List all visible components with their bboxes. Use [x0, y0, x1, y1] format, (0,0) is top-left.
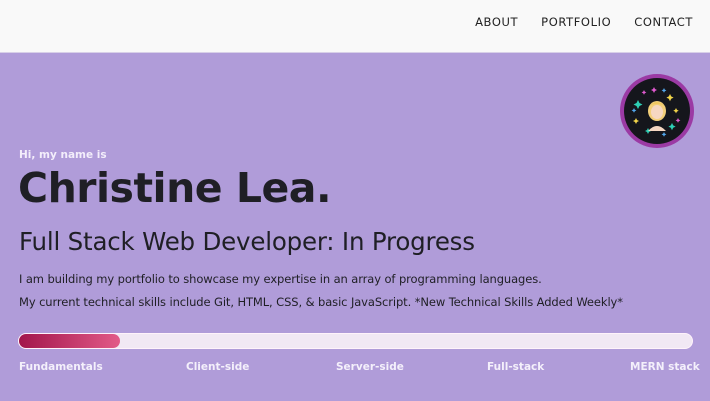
top-navbar: ABOUT PORTFOLIO CONTACT	[0, 0, 710, 53]
skills-text: My current technical skills include Git,…	[19, 295, 623, 309]
stage-label-fundamentals: Fundamentals	[19, 361, 103, 373]
stage-label-full-stack: Full-stack	[487, 361, 545, 373]
greeting-text: Hi, my name is	[19, 149, 107, 161]
stage-label-server-side: Server-side	[336, 361, 404, 373]
skills-progress-bar	[18, 333, 693, 349]
nav-link-portfolio[interactable]: PORTFOLIO	[541, 15, 611, 29]
nav-link-contact[interactable]: CONTACT	[634, 15, 693, 29]
hero-name: Christine Lea.	[18, 164, 332, 212]
stage-label-mern-stack: MERN stack	[630, 361, 700, 373]
hero-role: Full Stack Web Developer: In Progress	[19, 227, 475, 256]
stage-label-client-side: Client-side	[186, 361, 250, 373]
skills-progress-fill	[19, 334, 120, 348]
intro-text: I am building my portfolio to showcase m…	[19, 272, 542, 286]
nav-link-about[interactable]: ABOUT	[475, 15, 518, 29]
main-nav: ABOUT PORTFOLIO CONTACT	[475, 15, 693, 29]
profile-avatar-icon	[624, 78, 690, 144]
profile-avatar	[620, 74, 694, 148]
